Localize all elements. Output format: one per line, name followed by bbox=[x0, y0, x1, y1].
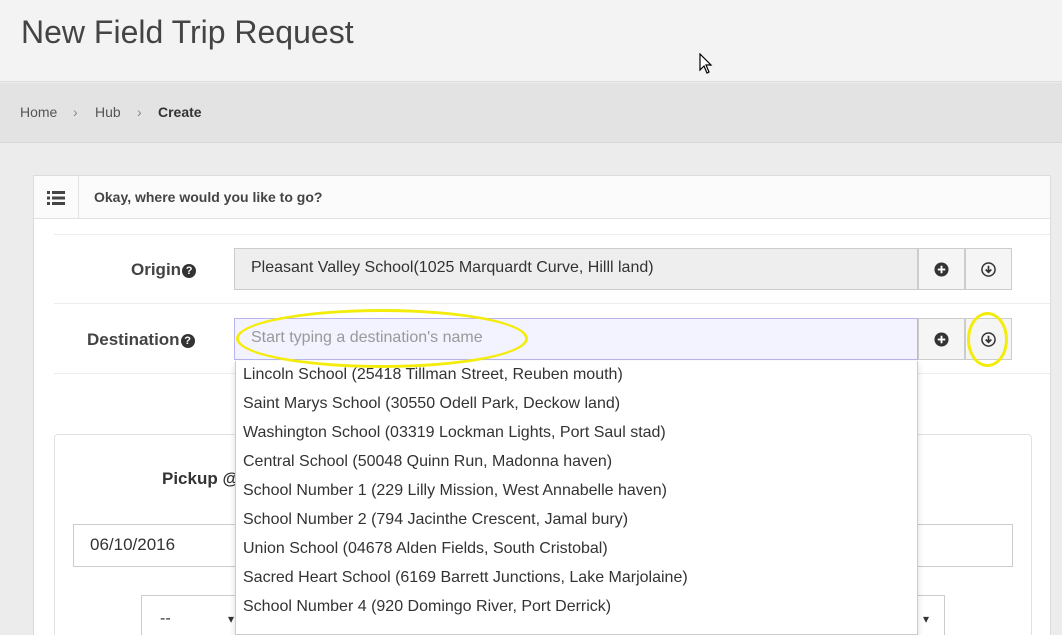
add-destination-button[interactable] bbox=[918, 318, 965, 360]
caret-down-icon: ▾ bbox=[227, 612, 234, 626]
mouse-cursor-icon bbox=[699, 53, 713, 74]
destination-label-text: Destination bbox=[87, 330, 180, 349]
list-icon bbox=[34, 176, 79, 219]
destination-suggestions: Lincoln School (25418 Tillman Street, Re… bbox=[235, 361, 918, 635]
suggestion-item[interactable]: Saint Marys School (30550 Odell Park, De… bbox=[236, 390, 917, 419]
divider bbox=[54, 303, 1050, 304]
arrow-down-circle-icon bbox=[981, 331, 996, 347]
help-icon[interactable]: ? bbox=[182, 264, 197, 278]
chevron-right-icon: › bbox=[73, 104, 78, 120]
caret-down-icon: ▾ bbox=[923, 612, 930, 626]
help-icon[interactable]: ? bbox=[180, 334, 195, 348]
suggestion-item[interactable]: Sacred Heart School (6169 Barrett Juncti… bbox=[236, 564, 917, 593]
suggestion-item[interactable]: Washington School (03319 Lockman Lights,… bbox=[236, 419, 917, 448]
suggestion-item[interactable]: School Number 4 (920 Domingo River, Port… bbox=[236, 593, 917, 622]
pickup-label: Pickup @ bbox=[162, 469, 240, 488]
destination-select-button[interactable] bbox=[965, 318, 1012, 360]
page-title: New Field Trip Request bbox=[21, 14, 354, 50]
breadcrumb: Home › Hub › Create bbox=[0, 83, 1062, 143]
origin-select-button[interactable] bbox=[965, 248, 1012, 290]
plus-circle-icon bbox=[934, 331, 949, 347]
breadcrumb-hub[interactable]: Hub bbox=[95, 104, 121, 120]
breadcrumb-current: Create bbox=[158, 104, 202, 120]
suggestion-item[interactable]: Central School (50048 Quinn Run, Madonna… bbox=[236, 448, 917, 477]
breadcrumb-home[interactable]: Home bbox=[20, 104, 57, 120]
suggestion-item[interactable]: Union School (04678 Alden Fields, South … bbox=[236, 535, 917, 564]
page-header: New Field Trip Request bbox=[0, 0, 1062, 82]
card-header: Okay, where would you like to go? bbox=[34, 176, 1050, 219]
destination-input[interactable]: Start typing a destination's name bbox=[234, 318, 918, 360]
add-origin-button[interactable] bbox=[918, 248, 965, 290]
chevron-right-icon: › bbox=[137, 104, 142, 120]
origin-label-text: Origin bbox=[131, 260, 182, 279]
suggestion-item[interactable]: Lincoln School (25418 Tillman Street, Re… bbox=[236, 361, 917, 390]
destination-label: Destination? bbox=[87, 330, 195, 350]
suggestion-item[interactable]: School Number 2 (794 Jacinthe Crescent, … bbox=[236, 506, 917, 535]
divider bbox=[54, 234, 1050, 235]
suggestion-item[interactable]: School Number 1 (229 Lilly Mission, West… bbox=[236, 477, 917, 506]
arrow-down-circle-icon bbox=[981, 261, 996, 277]
origin-field[interactable]: Pleasant Valley School(1025 Marquardt Cu… bbox=[234, 248, 918, 290]
plus-circle-icon bbox=[934, 261, 949, 277]
pickup-select-value: -- bbox=[160, 610, 171, 627]
pickup-period-select[interactable]: ▾ bbox=[915, 595, 945, 635]
origin-label: Origin? bbox=[131, 260, 197, 280]
card-title: Okay, where would you like to go? bbox=[94, 189, 323, 205]
pickup-time-select[interactable]: -- ▾ bbox=[141, 595, 241, 635]
